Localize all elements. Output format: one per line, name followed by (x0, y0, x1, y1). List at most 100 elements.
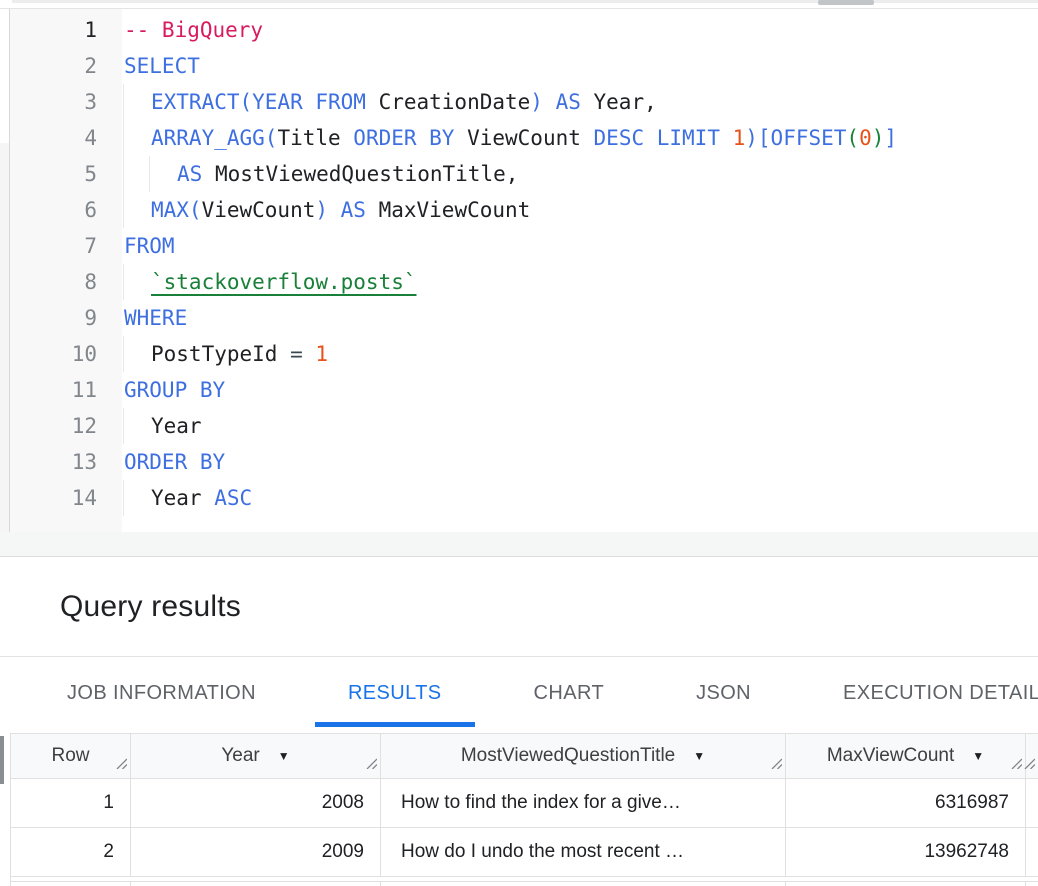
tab-label: CHART (534, 682, 605, 705)
code-line-14[interactable]: Year ASC (122, 480, 1038, 516)
sql-editor[interactable]: 1234567891011121314 -- BigQuerySELECTEXT… (0, 9, 1038, 532)
code-line-8[interactable]: `stackoverflow.posts` (122, 264, 1038, 300)
cell-partial (11, 882, 131, 886)
column-header-label: MostViewedQuestionTitle (461, 745, 675, 767)
column-resize-handle[interactable] (114, 753, 127, 775)
code-token: MaxViewCount (379, 198, 531, 222)
column-header-row[interactable]: Row (11, 734, 131, 778)
results-grid: RowYear▼MostViewedQuestionTitle▼MaxViewC… (10, 733, 1038, 886)
code-line-6[interactable]: MAX(ViewCount) AS MaxViewCount (122, 192, 1038, 228)
cell-most-viewed-question-title: How do I undo the most recent … (381, 828, 786, 876)
cell-year: 2008 (131, 779, 381, 827)
editor-top-strip (0, 0, 1038, 9)
query-results-header: Query results (0, 557, 1038, 657)
code-line-13[interactable]: ORDER BY (122, 444, 1038, 480)
sort-dropdown-icon[interactable]: ▼ (278, 749, 290, 763)
code-token: EXTRACT(YEAR FROM (151, 90, 379, 114)
code-line-11[interactable]: GROUP BY (122, 372, 1038, 408)
code-token: AS (177, 162, 215, 186)
code-token: ORDER BY (353, 126, 467, 150)
cell-filler (1026, 828, 1038, 876)
column-resize-handle[interactable] (769, 753, 782, 775)
line-number: 3 (10, 84, 122, 120)
vertical-scrollbar-thumb[interactable] (0, 736, 4, 784)
indent-guide (123, 120, 124, 156)
indent-guide (123, 192, 124, 228)
tab-execution-details[interactable]: EXECUTION DETAILS (810, 657, 1038, 730)
line-number: 9 (10, 300, 122, 336)
horizontal-scrollbar-thumb[interactable] (818, 0, 874, 5)
results-table-area: RowYear▼MostViewedQuestionTitle▼MaxViewC… (0, 733, 1038, 886)
column-header-filler (1026, 734, 1038, 778)
results-tab-bar: JOB INFORMATION RESULTS CHART JSON EXECUTION… (0, 657, 1038, 730)
column-header-maxviewcount[interactable]: MaxViewCount ▼ (786, 734, 1026, 778)
code-token: ViewCount (467, 126, 593, 150)
column-header-mostviewedquestiontitle[interactable]: MostViewedQuestionTitle ▼ (381, 734, 786, 778)
tab-label: JOB INFORMATION (67, 682, 256, 705)
tab-job-information[interactable]: JOB INFORMATION (34, 657, 289, 730)
column-header-year[interactable]: Year▼ (131, 734, 381, 778)
column-resize-handle[interactable] (364, 753, 377, 775)
tab-label: JSON (696, 682, 751, 705)
indent-guide (149, 156, 150, 192)
code-line-2[interactable]: SELECT (122, 48, 1038, 84)
table-row: 22009How do I undo the most recent …1396… (11, 828, 1038, 877)
tab-chart[interactable]: CHART (501, 657, 638, 730)
code-token: ARRAY_AGG( (151, 126, 277, 150)
cell-max-view-count: 13962748 (786, 828, 1026, 876)
sort-dropdown-icon[interactable]: ▼ (693, 749, 705, 763)
cell-row-number: 2 (11, 828, 131, 876)
code-token: CreationDate (379, 90, 531, 114)
code-line-5[interactable]: AS MostViewedQuestionTitle, (122, 156, 1038, 192)
code-token: 1 (315, 342, 328, 366)
code-token: ORDER BY (124, 450, 225, 474)
indent-guide (123, 480, 124, 516)
column-header-label: Row (51, 745, 89, 767)
cell-most-viewed-question-title: How to find the index for a give… (381, 779, 786, 827)
code-line-3[interactable]: EXTRACT(YEAR FROM CreationDate) AS Year, (122, 84, 1038, 120)
code-line-4[interactable]: ARRAY_AGG(Title ORDER BY ViewCount DESC … (122, 120, 1038, 156)
code-token: = (290, 342, 315, 366)
code-token: ] (884, 126, 897, 150)
line-number: 12 (10, 408, 122, 444)
cell-filler (1026, 882, 1038, 886)
line-number: 14 (10, 480, 122, 516)
code-token: -- BigQuery (124, 18, 263, 42)
line-number: 11 (10, 372, 122, 408)
line-number: 4 (10, 120, 122, 156)
table-header-row: RowYear▼MostViewedQuestionTitle▼MaxViewC… (11, 733, 1038, 779)
table-reference-link[interactable]: `stackoverflow.posts` (151, 270, 417, 294)
line-number: 2 (10, 48, 122, 84)
column-resize-handle[interactable] (1009, 753, 1022, 775)
cell-partial (381, 882, 786, 886)
code-area[interactable]: -- BigQuerySELECTEXTRACT(YEAR FROM Creat… (122, 9, 1038, 532)
column-resize-handle[interactable] (1022, 753, 1035, 775)
code-line-1[interactable]: -- BigQuery (122, 12, 1038, 48)
column-header-label: MaxViewCount (827, 745, 954, 767)
cell-row-number: 1 (11, 779, 131, 827)
cell-partial (131, 882, 381, 886)
code-token: Title (277, 126, 353, 150)
horizontal-scrollbar-track[interactable] (12, 0, 1038, 3)
indent-guide (123, 156, 124, 192)
code-token: ViewCount (202, 198, 316, 222)
code-line-7[interactable]: FROM (122, 228, 1038, 264)
indent-guide (123, 264, 124, 300)
code-line-12[interactable]: Year (122, 408, 1038, 444)
cell-filler (1026, 779, 1038, 827)
indent-guide (123, 84, 124, 120)
tab-json[interactable]: JSON (663, 657, 784, 730)
cell-max-view-count: 6316987 (786, 779, 1026, 827)
line-number: 7 (10, 228, 122, 264)
code-line-9[interactable]: WHERE (122, 300, 1038, 336)
code-token: ) AS (530, 90, 593, 114)
editor-left-rail-lower (0, 143, 9, 532)
code-token: ASC (214, 486, 252, 510)
code-line-10[interactable]: PostTypeId = 1 (122, 336, 1038, 372)
sort-dropdown-icon[interactable]: ▼ (972, 749, 984, 763)
code-token: MostViewedQuestionTitle, (215, 162, 518, 186)
code-token: 0 (859, 126, 872, 150)
indent-guide (123, 408, 124, 444)
line-number: 5 (10, 156, 122, 192)
tab-results[interactable]: RESULTS (315, 657, 475, 730)
